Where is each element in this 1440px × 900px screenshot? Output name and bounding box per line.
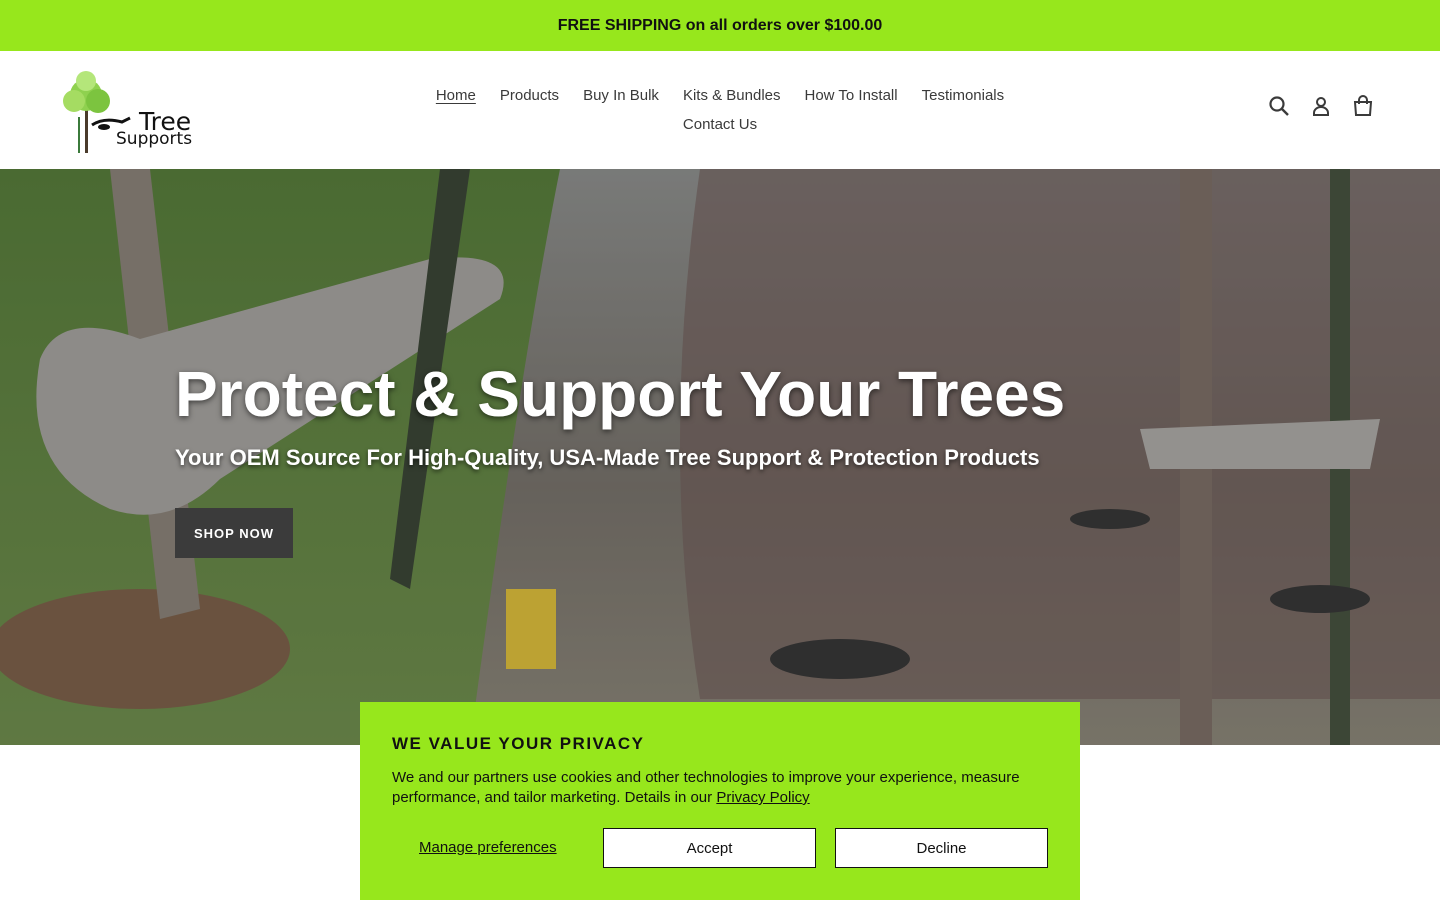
site-header: Tree Supports Home Products Buy In Bulk … [0,51,1440,169]
logo[interactable]: Tree Supports [56,67,196,155]
cookie-banner: WE VALUE YOUR PRIVACY We and our partner… [360,702,1080,900]
announcement-text: FREE SHIPPING on all orders over $100.00 [557,16,883,34]
nav-home[interactable]: Home [436,87,476,104]
cookie-title: WE VALUE YOUR PRIVACY [392,734,645,753]
hero-banner: Protect & Support Your Trees Your OEM So… [0,169,1440,745]
manage-preferences-link[interactable]: Manage preferences [419,839,557,856]
cookie-actions: Manage preferences Accept Decline [392,828,1048,868]
hero-title: Protect & Support Your Trees [175,358,1066,430]
nav-contact-us[interactable]: Contact Us [683,116,757,133]
cookie-text: We and our partners use cookies and othe… [392,768,1042,808]
logo-text-supports: Supports [116,129,193,149]
header-icons [1268,95,1374,117]
main-nav: Home Products Buy In Bulk Kits & Bundles… [420,81,1020,139]
decline-button[interactable]: Decline [835,828,1048,868]
search-icon[interactable] [1268,95,1290,117]
nav-buy-in-bulk[interactable]: Buy In Bulk [583,87,659,104]
announcement-bar: FREE SHIPPING on all orders over $100.00 [0,0,1440,51]
account-icon[interactable] [1310,95,1332,117]
cart-icon[interactable] [1352,95,1374,117]
accept-button[interactable]: Accept [603,828,816,868]
cookie-description: We and our partners use cookies and othe… [392,769,1020,806]
privacy-policy-link[interactable]: Privacy Policy [716,789,809,806]
shop-now-button[interactable]: SHOP NOW [175,508,293,558]
nav-kits-bundles[interactable]: Kits & Bundles [683,87,781,104]
nav-how-to-install[interactable]: How To Install [805,87,898,104]
nav-testimonials[interactable]: Testimonials [922,87,1005,104]
hero-subtitle: Your OEM Source For High-Quality, USA-Ma… [175,445,1040,470]
nav-products[interactable]: Products [500,87,559,104]
